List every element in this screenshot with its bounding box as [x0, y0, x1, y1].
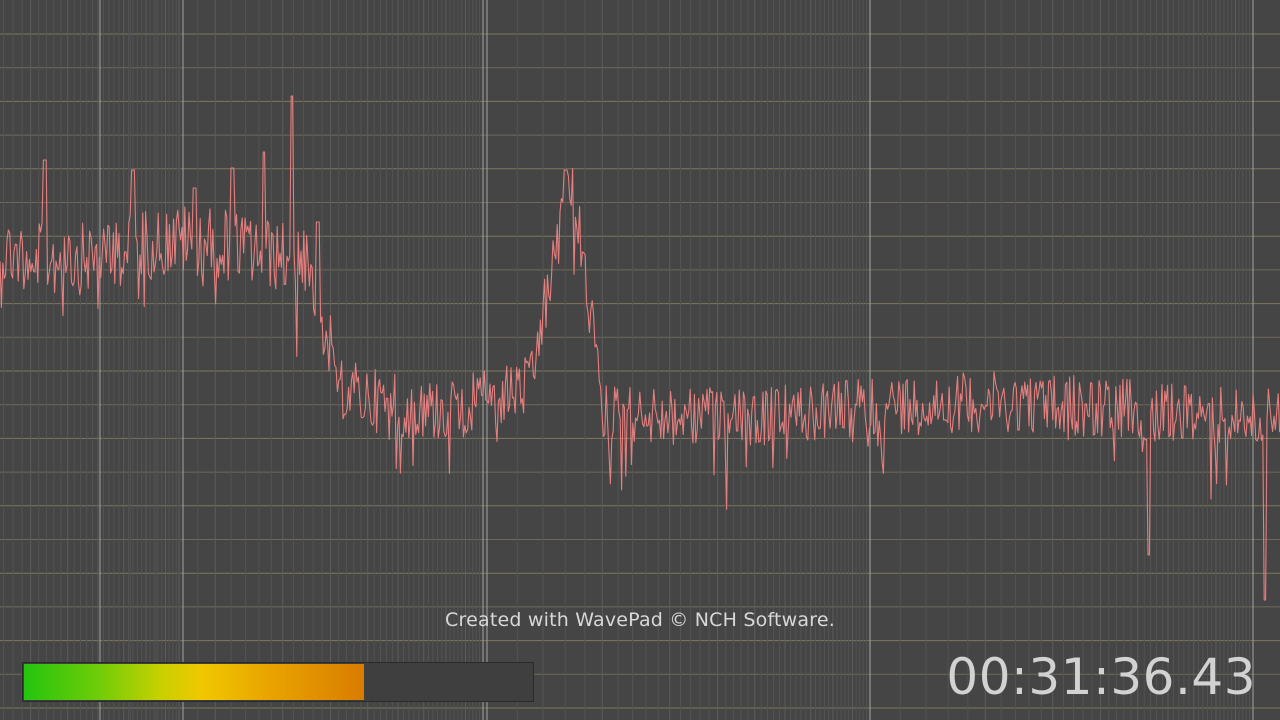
level-meter-fill [24, 664, 364, 700]
horizontal-gridlines [0, 33, 1280, 709]
spectrum-trace [0, 95, 1280, 601]
watermark-text: Created with WavePad © NCH Software. [445, 609, 835, 631]
level-meter [22, 662, 534, 702]
timecode-display: 00:31:36.43 [946, 648, 1256, 706]
